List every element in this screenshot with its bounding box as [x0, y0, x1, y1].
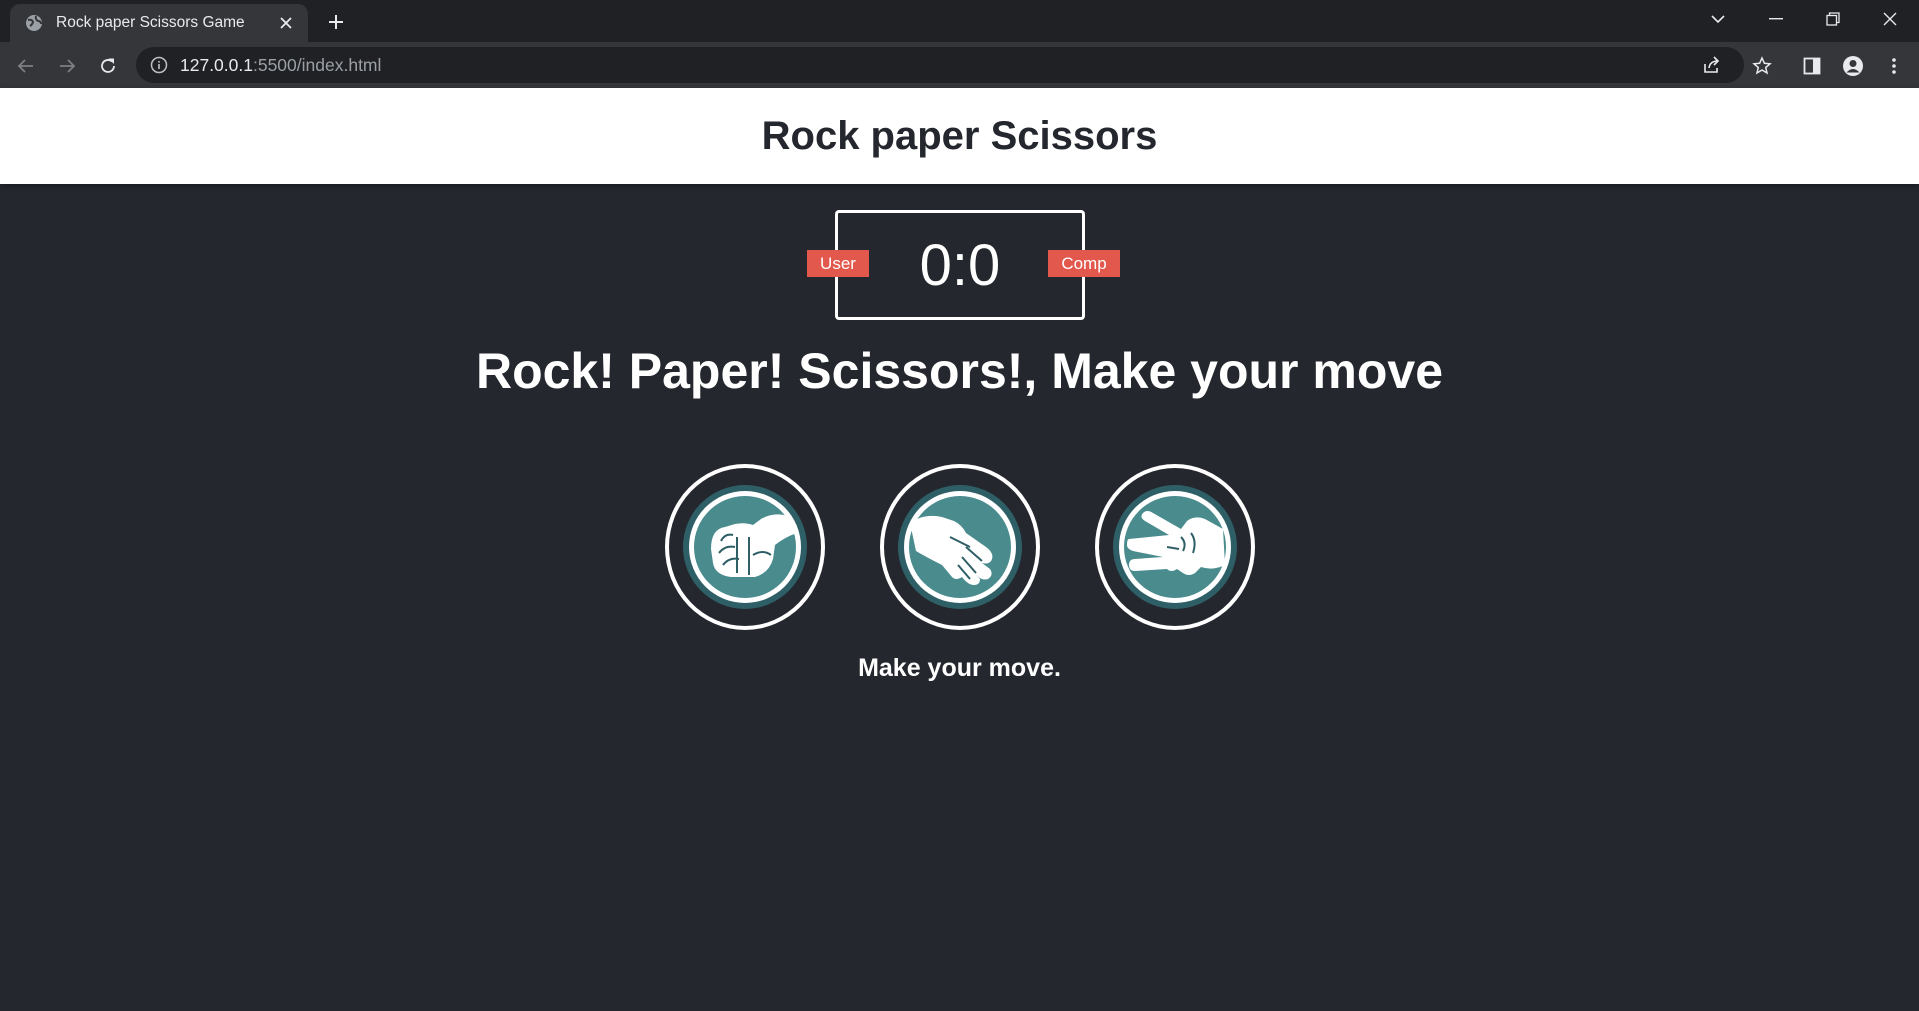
menu-dots-icon[interactable] [1878, 50, 1910, 82]
reload-icon[interactable] [92, 50, 124, 82]
bookmark-star-icon[interactable] [1746, 50, 1778, 82]
paper-choice-button[interactable] [880, 464, 1040, 630]
scissors-choice-button[interactable] [1095, 464, 1255, 630]
url-host: 127.0.0.1 [180, 54, 253, 75]
browser-toolbar: 127.0.0.1:5500/index.html [0, 42, 1919, 88]
browser-tab-bar: Rock paper Scissors Game [0, 0, 1919, 42]
user-badge: User [807, 250, 869, 277]
scissors-hand-icon [1113, 485, 1237, 609]
new-tab-button[interactable] [322, 8, 350, 36]
rock-hand-icon [683, 485, 807, 609]
close-tab-icon[interactable] [276, 13, 296, 33]
result-message: Rock! Paper! Scissors!, Make your move [475, 343, 1444, 399]
back-arrow-icon[interactable] [10, 50, 42, 82]
tab-title: Rock paper Scissors Game [56, 14, 245, 31]
restore-icon[interactable] [1805, 0, 1861, 38]
close-window-icon[interactable] [1862, 0, 1918, 38]
url-path: :5500/index.html [252, 54, 382, 75]
page-content: Rock paper Scissors 0:0 User Comp Rock! … [0, 88, 1919, 1011]
rock-choice-button[interactable] [665, 464, 825, 630]
action-message: Make your move. [858, 654, 1061, 682]
address-bar[interactable]: 127.0.0.1:5500/index.html [136, 47, 1744, 83]
globe-icon [24, 13, 44, 33]
score-value: 0:0 [919, 232, 1001, 298]
tab-search-icon[interactable] [1690, 0, 1746, 38]
side-panel-icon[interactable] [1796, 50, 1828, 82]
minimize-icon[interactable] [1748, 0, 1804, 38]
info-icon[interactable] [150, 56, 168, 74]
forward-arrow-icon[interactable] [51, 50, 83, 82]
page-title: Rock paper Scissors [761, 113, 1158, 158]
paper-hand-icon [898, 485, 1022, 609]
profile-icon[interactable] [1837, 50, 1869, 82]
comp-badge: Comp [1048, 250, 1120, 277]
share-icon[interactable] [1701, 54, 1723, 76]
page-header: Rock paper Scissors [0, 88, 1919, 184]
browser-tab[interactable]: Rock paper Scissors Game [10, 4, 308, 42]
